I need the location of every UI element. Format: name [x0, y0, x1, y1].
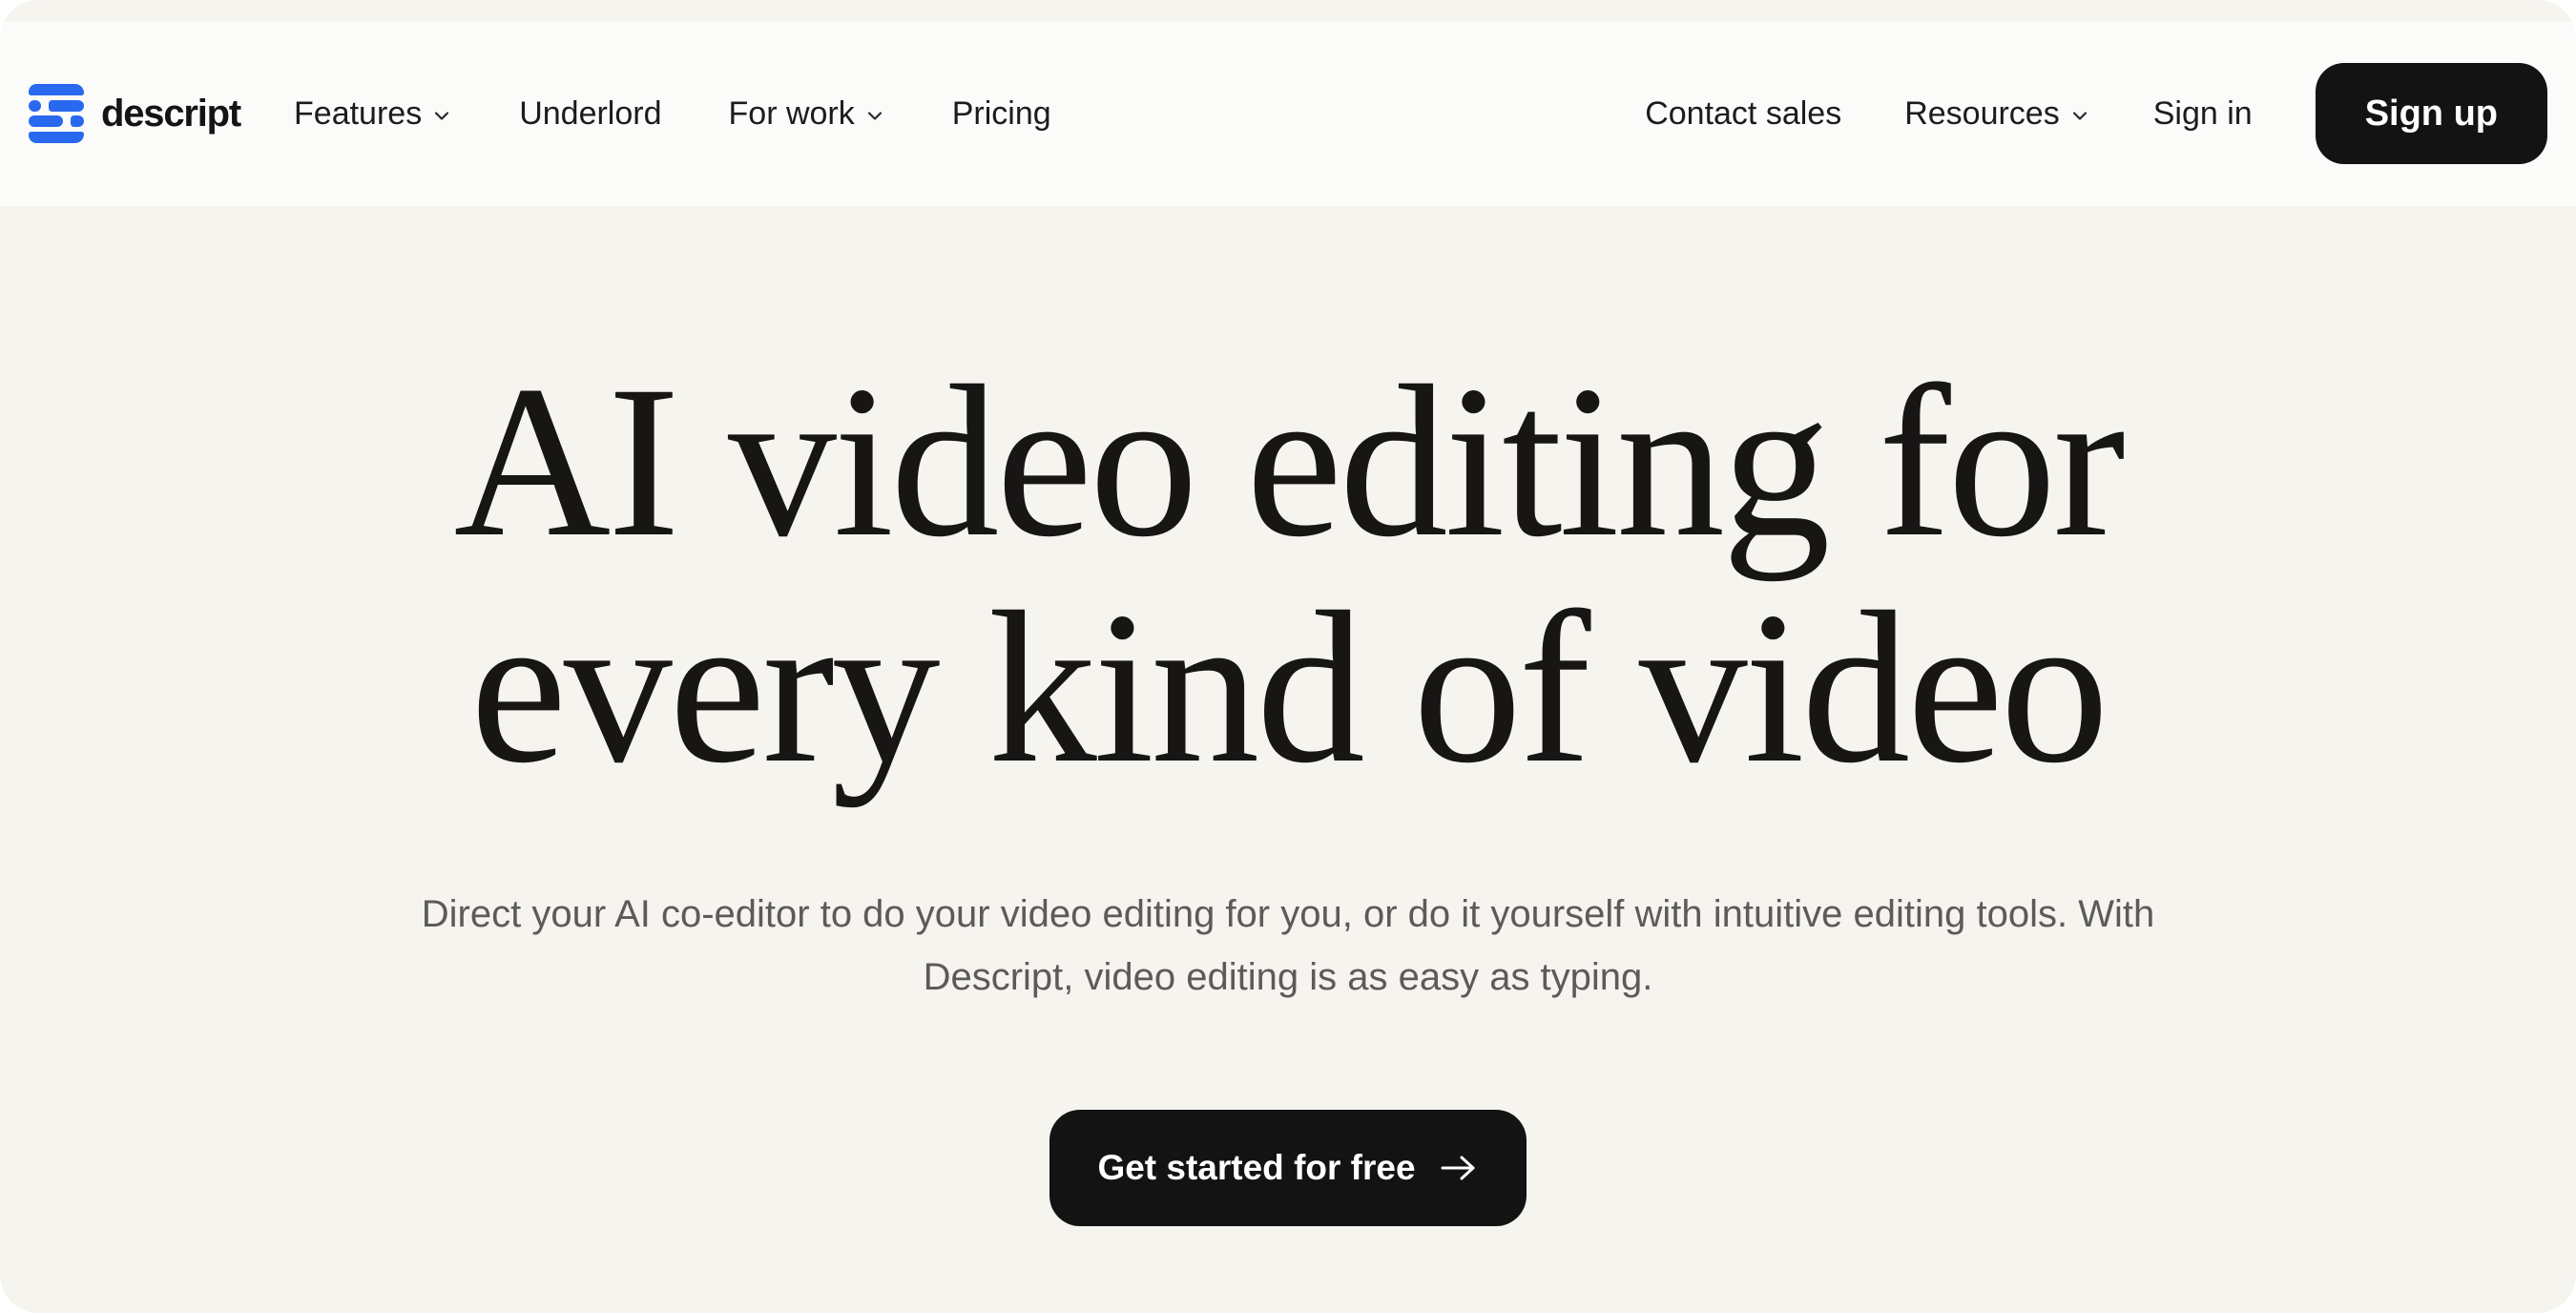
descript-landing-page: descript Features Underlord For work Pri… — [0, 0, 2576, 1313]
nav-item-label: Sign in — [2153, 95, 2253, 133]
hero-subtext: Direct your AI co-editor to do your vide… — [191, 884, 2385, 1009]
chevron-down-icon — [431, 105, 452, 126]
nav-item-underlord[interactable]: Underlord — [519, 95, 661, 133]
descript-logo-icon — [29, 84, 84, 143]
nav-item-label: Underlord — [519, 95, 661, 133]
primary-nav: Features Underlord For work Pricing — [294, 95, 1051, 133]
chevron-down-icon — [864, 105, 885, 126]
nav-item-label: For work — [729, 95, 855, 133]
arrow-right-icon — [1439, 1152, 1479, 1184]
nav-item-label: Contact sales — [1645, 95, 1841, 133]
get-started-button[interactable]: Get started for free — [1049, 1110, 1526, 1226]
hero-heading: AI video editing for every kind of video — [0, 349, 2576, 802]
nav-item-resources[interactable]: Resources — [1904, 95, 2090, 133]
descript-logo[interactable]: descript — [29, 84, 240, 143]
cta-container: Get started for free — [0, 1110, 2576, 1226]
get-started-label: Get started for free — [1097, 1148, 1415, 1188]
nav-item-for-work[interactable]: For work — [729, 95, 885, 133]
nav-item-label: Pricing — [952, 95, 1051, 133]
top-nav-bar: descript Features Underlord For work Pri… — [0, 21, 2576, 206]
nav-item-label: Resources — [1904, 95, 2060, 133]
chevron-down-icon — [2069, 105, 2090, 126]
sign-up-button[interactable]: Sign up — [2316, 63, 2547, 164]
nav-item-sign-in[interactable]: Sign in — [2153, 95, 2253, 133]
nav-item-pricing[interactable]: Pricing — [952, 95, 1051, 133]
nav-item-label: Features — [294, 95, 422, 133]
nav-item-contact-sales[interactable]: Contact sales — [1645, 95, 1841, 133]
nav-item-features[interactable]: Features — [294, 95, 452, 133]
brand-wordmark: descript — [101, 93, 240, 135]
secondary-nav: Contact sales Resources Sign in Sign up — [1645, 63, 2547, 164]
hero-section: AI video editing for every kind of video… — [0, 206, 2576, 1226]
